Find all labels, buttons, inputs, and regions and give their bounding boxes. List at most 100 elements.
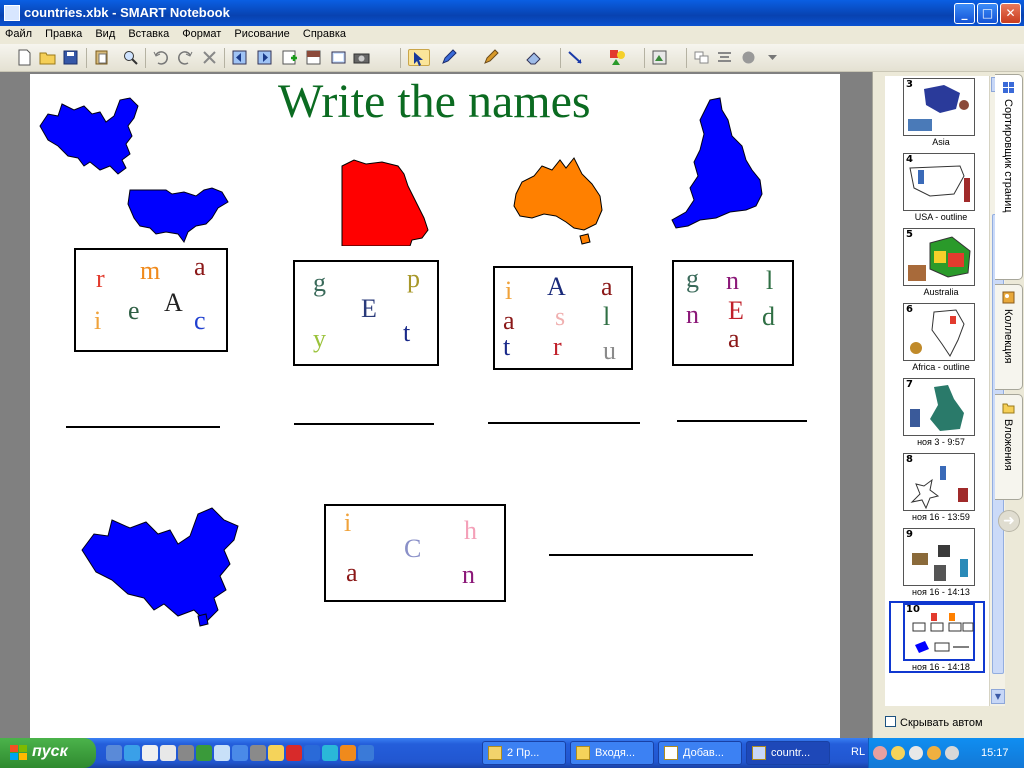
quicklaunch-icon[interactable] <box>160 745 176 761</box>
page-thumbnail[interactable]: 3 Asia <box>891 78 983 147</box>
clock[interactable]: 15:17 <box>981 747 1009 759</box>
letter-tile[interactable]: a <box>346 560 358 586</box>
letter-tile[interactable]: c <box>194 308 206 334</box>
answer-line-1[interactable] <box>66 426 220 428</box>
page-thumbnail[interactable]: 7 ноя 3 - 9:57 <box>891 378 983 447</box>
quicklaunch-icon[interactable] <box>304 745 320 761</box>
letter-tile[interactable]: E <box>361 296 377 322</box>
menu-edit[interactable]: Правка <box>40 26 87 40</box>
language-indicator[interactable]: RL <box>851 746 865 758</box>
letter-tile[interactable]: n <box>686 302 699 328</box>
letter-box-2[interactable]: g p E t y <box>293 260 439 366</box>
letter-tile[interactable]: e <box>128 298 140 324</box>
answer-line-3[interactable] <box>488 422 640 424</box>
close-button[interactable]: ✕ <box>1000 3 1021 24</box>
properties-icon[interactable] <box>693 49 710 66</box>
letter-tile[interactable]: i <box>94 308 101 334</box>
shapes-icon[interactable] <box>609 49 626 66</box>
letter-tile[interactable]: r <box>553 334 562 360</box>
quicklaunch-icon[interactable] <box>196 745 212 761</box>
tab-page-sorter[interactable]: Сортировщик страниц <box>995 74 1023 280</box>
letter-tile[interactable]: C <box>404 536 421 562</box>
creative-pen-icon[interactable] <box>482 49 499 66</box>
letter-tile[interactable]: a <box>728 326 740 352</box>
screen-shade-icon[interactable] <box>305 49 322 66</box>
fill-icon[interactable] <box>651 49 668 66</box>
letter-box-1[interactable]: r m a A i e c <box>74 248 228 352</box>
page-thumbnail[interactable]: 5 Australia <box>891 228 983 297</box>
prev-page-icon[interactable] <box>231 49 248 66</box>
more-icon[interactable] <box>764 49 781 66</box>
letter-tile[interactable]: n <box>726 268 739 294</box>
minimize-button[interactable]: _ <box>954 3 975 24</box>
letter-tile[interactable]: g <box>686 266 699 292</box>
auto-hide-checkbox[interactable]: Скрывать автом <box>885 716 983 729</box>
taskbar-item[interactable]: Добав... <box>658 741 742 765</box>
eraser-icon[interactable] <box>525 49 542 66</box>
undo-icon[interactable] <box>152 49 169 66</box>
page-thumbnail[interactable]: 4 USA - outline <box>891 153 983 222</box>
answer-line-4[interactable] <box>677 420 807 422</box>
add-page-icon[interactable] <box>281 49 298 66</box>
open-icon[interactable] <box>39 49 56 66</box>
answer-line-5[interactable] <box>549 554 753 556</box>
quicklaunch-icon[interactable] <box>124 745 140 761</box>
taskbar-item[interactable]: 2 Пр... <box>482 741 566 765</box>
letter-tile[interactable]: t <box>503 334 510 360</box>
camera-icon[interactable] <box>353 49 370 66</box>
letter-tile[interactable]: E <box>728 298 744 324</box>
tab-gallery[interactable]: Коллекция <box>995 284 1023 390</box>
taskbar-item-active[interactable]: countr... <box>746 741 830 765</box>
taskbar-item[interactable]: Входя... <box>570 741 654 765</box>
menu-format[interactable]: Формат <box>177 26 226 40</box>
paste-icon[interactable] <box>93 49 110 66</box>
page-thumbnail[interactable]: 9 ноя 16 - 14:13 <box>891 528 983 597</box>
letter-box-4[interactable]: g n l n E d a <box>672 260 794 366</box>
quicklaunch-icon[interactable] <box>232 745 248 761</box>
page-thumbnail[interactable]: 8 ноя 16 - 13:59 <box>891 453 983 522</box>
quicklaunch-icon[interactable] <box>142 745 158 761</box>
letter-tile[interactable]: A <box>547 274 566 300</box>
pen-icon[interactable] <box>440 49 457 66</box>
china-map-small[interactable] <box>38 96 142 178</box>
letter-tile[interactable]: h <box>464 518 477 544</box>
quicklaunch-icon[interactable] <box>250 745 266 761</box>
select-icon[interactable] <box>408 49 430 66</box>
letter-tile[interactable]: A <box>164 290 183 316</box>
notebook-page[interactable]: Write the names r m a A i e c g p E t y … <box>30 74 840 738</box>
letter-box-3[interactable]: i A a a s l t r u <box>493 266 633 370</box>
zoom-icon[interactable] <box>122 49 139 66</box>
letter-tile[interactable]: i <box>505 278 512 304</box>
circle-icon[interactable] <box>740 49 757 66</box>
quicklaunch-icon[interactable] <box>358 745 374 761</box>
letter-tile[interactable]: t <box>403 320 410 346</box>
next-page-icon[interactable] <box>256 49 273 66</box>
page-thumbnail-selected[interactable]: 10 ноя 16 - 14:18 <box>889 601 985 673</box>
scroll-down-icon[interactable]: ▼ <box>991 689 1005 704</box>
egypt-map[interactable] <box>336 158 430 246</box>
start-button[interactable]: пуск <box>0 738 96 768</box>
menu-help[interactable]: Справка <box>298 26 351 40</box>
usa-map[interactable] <box>126 184 230 244</box>
letter-tile[interactable]: s <box>555 304 565 330</box>
tray-icon[interactable] <box>891 746 905 760</box>
tray-icon[interactable] <box>927 746 941 760</box>
quicklaunch-icon[interactable] <box>106 745 122 761</box>
letter-tile[interactable]: r <box>96 266 105 292</box>
letter-tile[interactable]: p <box>407 266 420 292</box>
menu-view[interactable]: Вид <box>90 26 120 40</box>
align-icon[interactable] <box>716 49 733 66</box>
letter-tile[interactable]: g <box>313 270 326 296</box>
line-icon[interactable] <box>567 49 584 66</box>
tray-icon[interactable] <box>945 746 959 760</box>
quicklaunch-icon[interactable] <box>268 745 284 761</box>
letter-tile[interactable]: y <box>313 326 326 352</box>
menu-file[interactable]: Файл <box>0 26 37 40</box>
quicklaunch-icon[interactable] <box>214 745 230 761</box>
letter-tile[interactable]: m <box>140 258 160 284</box>
letter-box-5[interactable]: i h C a n <box>324 504 506 602</box>
letter-tile[interactable]: l <box>603 304 610 330</box>
quicklaunch-icon[interactable] <box>286 745 302 761</box>
tray-arrow-icon[interactable] <box>873 746 887 760</box>
letter-tile[interactable]: a <box>503 308 515 334</box>
